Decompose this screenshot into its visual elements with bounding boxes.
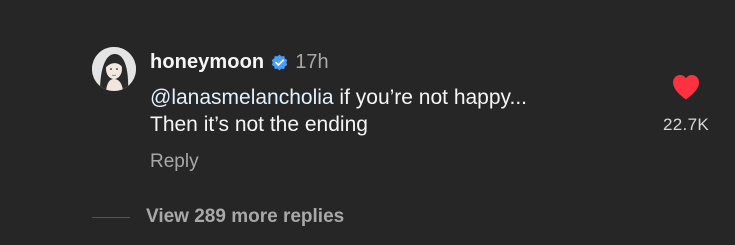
avatar-photo (92, 47, 136, 91)
comment: honeymoon 17h @lanasmelancholia if you’r… (0, 0, 735, 245)
timestamp: 17h (295, 50, 329, 73)
comment-text-line-1: @lanasmelancholia if you’re not happy... (150, 84, 630, 111)
heart-icon[interactable] (671, 73, 701, 101)
comment-text-fragment: if you’re not happy... (333, 86, 527, 109)
replies-divider-line (92, 216, 130, 218)
like-count: 22.7K (663, 115, 709, 134)
comment-text: @lanasmelancholia if you’re not happy...… (150, 84, 630, 138)
like-area: 22.7K (648, 73, 724, 135)
verified-badge-icon (270, 53, 289, 72)
view-more-replies-button[interactable]: View 289 more replies (92, 204, 344, 230)
username[interactable]: honeymoon (150, 51, 264, 74)
reply-button[interactable]: Reply (150, 151, 199, 173)
comment-text-line-2: Then it’s not the ending (150, 113, 368, 136)
comment-header: honeymoon 17h (150, 48, 329, 76)
view-more-replies-label: View 289 more replies (146, 206, 345, 227)
avatar[interactable] (92, 47, 136, 91)
mention-link[interactable]: @lanasmelancholia (150, 86, 334, 109)
